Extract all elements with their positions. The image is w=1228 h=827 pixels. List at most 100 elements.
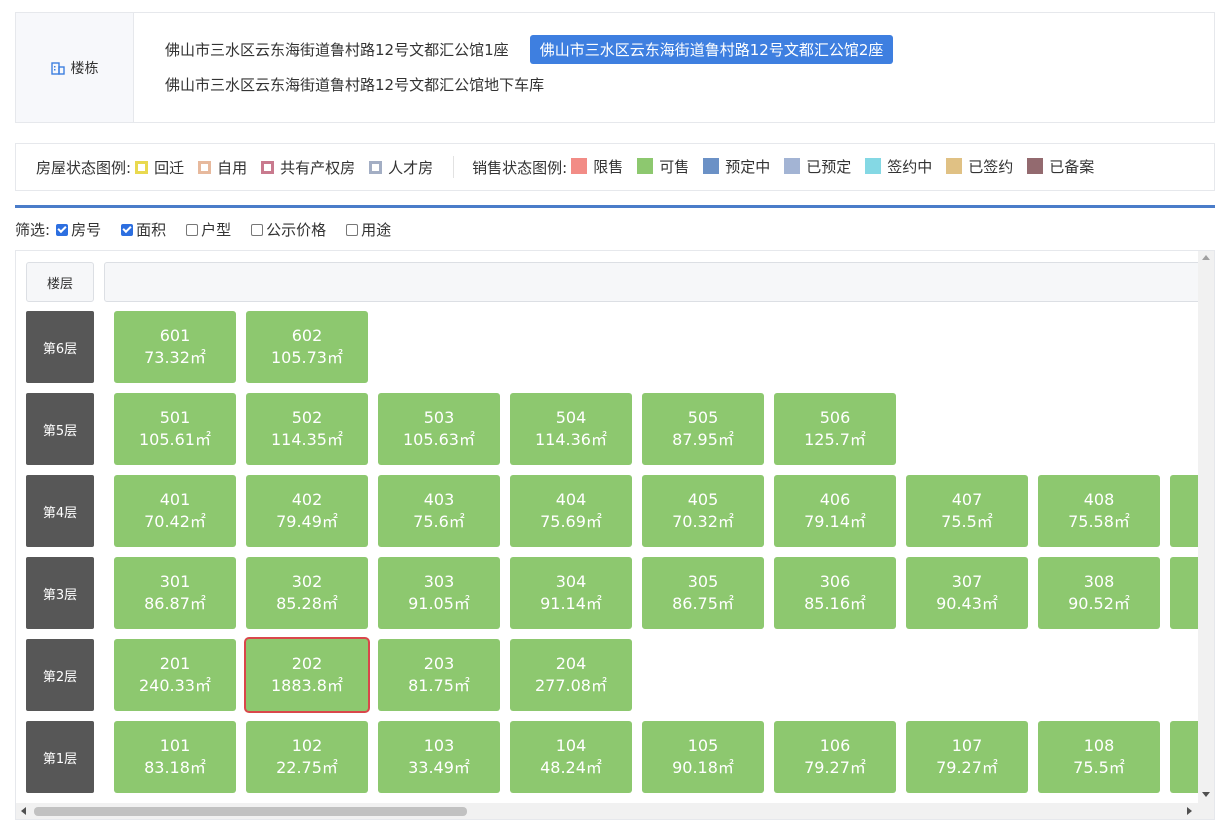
sale-legend-item: 限售 [571, 156, 623, 177]
unit-number: 306 [819, 572, 851, 591]
unit-number: 105 [687, 736, 719, 755]
unit-cell[interactable]: 305 86.75㎡ [642, 557, 764, 629]
checkbox[interactable] [186, 223, 199, 236]
unit-cell[interactable]: 505 87.95㎡ [642, 393, 764, 465]
unit-area: 81.75㎡ [408, 676, 470, 695]
unit-grid[interactable]: 楼层 第6层 601 73.32㎡ 602 105.73㎡ 第5层 501 10… [15, 250, 1215, 820]
unit-cell[interactable]: 102 22.75㎡ [246, 721, 368, 793]
legend-swatch [637, 158, 654, 175]
unit-cell[interactable]: 105 90.18㎡ [642, 721, 764, 793]
unit-cell[interactable]: 401 70.42㎡ [114, 475, 236, 547]
unit-cell[interactable]: 202 1883.8㎡ [246, 639, 368, 711]
floor-label: 第2层 [26, 639, 94, 711]
horizontal-scrollbar[interactable] [16, 803, 1214, 819]
vertical-scrollbar[interactable] [1198, 251, 1214, 819]
unit-cell[interactable]: 108 75.5㎡ [1038, 721, 1160, 793]
unit-cell[interactable]: 408 75.58㎡ [1038, 475, 1160, 547]
unit-cell[interactable]: 503 105.63㎡ [378, 393, 500, 465]
unit-number: 203 [423, 654, 455, 673]
unit-area: 75.5㎡ [1073, 758, 1125, 777]
unit-cell[interactable]: 106 79.27㎡ [774, 721, 896, 793]
unit-cell[interactable]: 308 90.52㎡ [1038, 557, 1160, 629]
checkbox[interactable] [251, 223, 264, 236]
scroll-left-arrow-icon[interactable] [21, 807, 26, 815]
unit-cell[interactable]: 602 105.73㎡ [246, 311, 368, 383]
floor-row: 第2层 201 240.33㎡ 202 1883.8㎡ 203 81.75㎡ 2… [26, 639, 1206, 711]
legend-swatch [261, 160, 275, 174]
unit-cell[interactable]: 103 33.49㎡ [378, 721, 500, 793]
unit-number: 402 [291, 490, 323, 509]
filter-option[interactable]: 户型 [186, 219, 231, 240]
sale-legend-title: 销售状态图例: [472, 158, 568, 177]
unit-number: 202 [291, 654, 323, 673]
unit-cell[interactable]: 404 75.69㎡ [510, 475, 632, 547]
unit-cell[interactable]: 407 75.5㎡ [906, 475, 1028, 547]
unit-area: 79.27㎡ [936, 758, 998, 777]
legend-label: 预定中 [725, 157, 771, 176]
unit-cell[interactable]: 203 81.75㎡ [378, 639, 500, 711]
building-panel: 楼栋 佛山市三水区云东海街道鲁村路12号文都汇公馆1座 佛山市三水区云东海街道鲁… [15, 12, 1215, 123]
unit-cell[interactable]: 302 85.28㎡ [246, 557, 368, 629]
scroll-down-arrow-icon[interactable] [1202, 792, 1210, 797]
filter-option[interactable]: 用途 [346, 219, 391, 240]
unit-area: 85.28㎡ [276, 594, 338, 613]
unit-area: 22.75㎡ [276, 758, 338, 777]
unit-cell[interactable]: 301 86.87㎡ [114, 557, 236, 629]
unit-cell[interactable]: 204 277.08㎡ [510, 639, 632, 711]
unit-cell[interactable]: 201 240.33㎡ [114, 639, 236, 711]
unit-cell[interactable]: 101 83.18㎡ [114, 721, 236, 793]
unit-cell[interactable]: 504 114.36㎡ [510, 393, 632, 465]
building-option-1[interactable]: 佛山市三水区云东海街道鲁村路12号文都汇公馆1座 [155, 35, 519, 64]
unit-cell[interactable]: 405 70.32㎡ [642, 475, 764, 547]
house-legend-item: 共有产权房 [261, 157, 355, 178]
scroll-up-arrow-icon[interactable] [1202, 255, 1210, 260]
unit-cell[interactable]: 304 91.14㎡ [510, 557, 632, 629]
scroll-right-arrow-icon[interactable] [1187, 807, 1192, 815]
filter-option[interactable]: 公示价格 [251, 219, 326, 240]
horizontal-scroll-thumb[interactable] [34, 807, 467, 816]
unit-cell[interactable]: 104 48.24㎡ [510, 721, 632, 793]
unit-number: 304 [555, 572, 587, 591]
filter-option[interactable]: 面积 [121, 219, 166, 240]
unit-area: 125.7㎡ [804, 430, 866, 449]
unit-area: 33.49㎡ [408, 758, 470, 777]
legend-swatch [784, 158, 801, 175]
unit-number: 102 [291, 736, 323, 755]
filter-option-label: 面积 [136, 221, 167, 239]
legend-label: 已预定 [806, 157, 852, 176]
unit-cell[interactable]: 306 85.16㎡ [774, 557, 896, 629]
floor-row: 第6层 601 73.32㎡ 602 105.73㎡ [26, 311, 1206, 383]
unit-cell[interactable]: 406 79.14㎡ [774, 475, 896, 547]
unit-number: 108 [1083, 736, 1115, 755]
unit-number: 403 [423, 490, 455, 509]
unit-cell[interactable]: 307 90.43㎡ [906, 557, 1028, 629]
unit-number: 405 [687, 490, 719, 509]
building-label-cell: 楼栋 [16, 13, 134, 122]
legend-swatch [865, 158, 882, 175]
unit-cell[interactable]: 402 79.49㎡ [246, 475, 368, 547]
building-option-garage[interactable]: 佛山市三水区云东海街道鲁村路12号文都汇公馆地下车库 [155, 70, 554, 99]
checkbox[interactable] [121, 223, 134, 236]
section-divider [15, 205, 1215, 208]
unit-area: 105.63㎡ [403, 430, 475, 449]
building-label: 楼栋 [70, 60, 99, 77]
unit-cell[interactable]: 403 75.6㎡ [378, 475, 500, 547]
unit-area: 75.58㎡ [1068, 512, 1130, 531]
unit-cell[interactable]: 601 73.32㎡ [114, 311, 236, 383]
unit-number: 501 [159, 408, 191, 427]
unit-area: 90.43㎡ [936, 594, 998, 613]
checkbox[interactable] [56, 223, 69, 236]
unit-cell[interactable]: 107 79.27㎡ [906, 721, 1028, 793]
unit-cell[interactable]: 501 105.61㎡ [114, 393, 236, 465]
checkbox[interactable] [346, 223, 359, 236]
legend-divider [453, 156, 455, 178]
legend-swatch [369, 160, 383, 174]
unit-area: 85.16㎡ [804, 594, 866, 613]
unit-cell[interactable]: 502 114.35㎡ [246, 393, 368, 465]
house-legend-item: 回迁 [135, 157, 184, 178]
building-option-2[interactable]: 佛山市三水区云东海街道鲁村路12号文都汇公馆2座 [529, 35, 894, 64]
unit-area: 48.24㎡ [540, 758, 602, 777]
filter-option[interactable]: 房号 [56, 219, 101, 240]
unit-cell[interactable]: 506 125.7㎡ [774, 393, 896, 465]
unit-cell[interactable]: 303 91.05㎡ [378, 557, 500, 629]
